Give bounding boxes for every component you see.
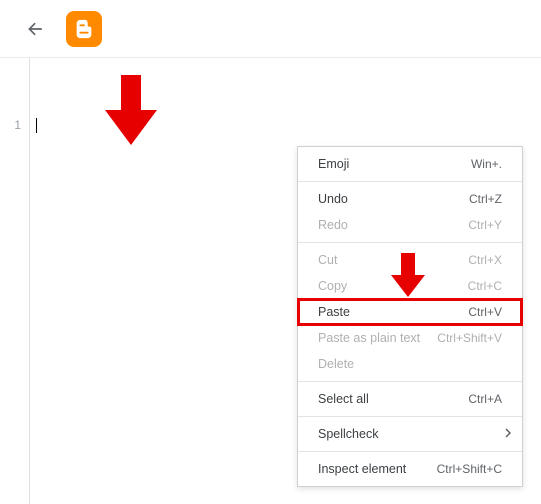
menu-item-paste-plain: Paste as plain text Ctrl+Shift+V [298, 325, 522, 351]
menu-label: Copy [318, 279, 347, 293]
menu-item-redo: Redo Ctrl+Y [298, 212, 522, 238]
menu-item-undo[interactable]: Undo Ctrl+Z [298, 186, 522, 212]
menu-shortcut: Ctrl+Y [468, 218, 502, 232]
menu-separator [298, 242, 522, 243]
line-number: 1 [14, 118, 21, 132]
chevron-right-icon [504, 427, 512, 441]
blogger-icon [73, 18, 95, 40]
menu-separator [298, 451, 522, 452]
down-arrow-icon [391, 253, 425, 297]
menu-shortcut: Ctrl+V [468, 305, 502, 319]
back-button[interactable] [24, 17, 48, 41]
menu-shortcut: Ctrl+A [468, 392, 502, 406]
menu-item-emoji[interactable]: Emoji Win+. [298, 151, 522, 177]
menu-label: Redo [318, 218, 348, 232]
menu-label: Delete [318, 357, 354, 371]
menu-label: Cut [318, 253, 337, 267]
menu-shortcut: Ctrl+X [468, 253, 502, 267]
annotation-arrow-2 [391, 253, 425, 300]
menu-item-select-all[interactable]: Select all Ctrl+A [298, 386, 522, 412]
menu-label: Undo [318, 192, 348, 206]
context-menu: Emoji Win+. Undo Ctrl+Z Redo Ctrl+Y Cut … [297, 146, 523, 487]
menu-shortcut: Ctrl+Shift+V [437, 331, 502, 345]
menu-label: Paste as plain text [318, 331, 420, 345]
menu-label: Paste [318, 305, 350, 319]
arrow-left-icon [26, 19, 46, 39]
down-arrow-icon [105, 75, 157, 145]
menu-label: Select all [318, 392, 369, 406]
header [0, 0, 541, 58]
menu-item-inspect[interactable]: Inspect element Ctrl+Shift+C [298, 456, 522, 482]
menu-shortcut: Ctrl+C [468, 279, 502, 293]
menu-shortcut: Win+. [471, 157, 502, 171]
menu-item-delete: Delete [298, 351, 522, 377]
menu-separator [298, 381, 522, 382]
menu-label: Spellcheck [318, 427, 378, 441]
menu-shortcut: Ctrl+Shift+C [437, 462, 502, 476]
menu-label: Emoji [318, 157, 349, 171]
menu-separator [298, 416, 522, 417]
menu-item-paste[interactable]: Paste Ctrl+V [298, 299, 522, 325]
menu-separator [298, 181, 522, 182]
text-cursor [36, 118, 37, 133]
blogger-logo[interactable] [66, 11, 102, 47]
menu-label: Inspect element [318, 462, 406, 476]
menu-item-spellcheck[interactable]: Spellcheck [298, 421, 522, 447]
menu-shortcut: Ctrl+Z [469, 192, 502, 206]
annotation-arrow-1 [105, 75, 157, 148]
line-gutter: 1 [0, 58, 30, 504]
